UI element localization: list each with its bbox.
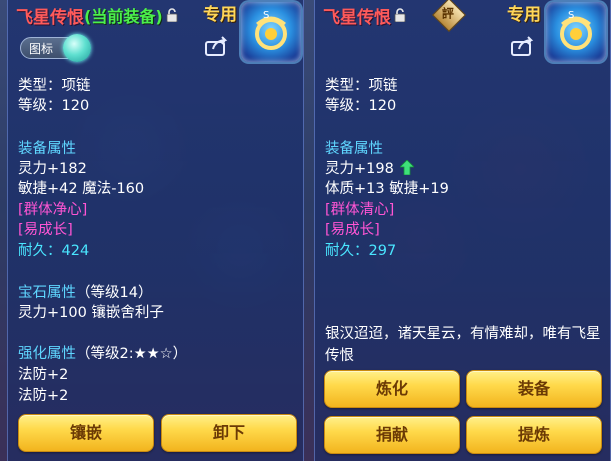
special-effect: [群体清心] bbox=[325, 202, 395, 218]
attr-line-1: 灵力+198 bbox=[325, 160, 415, 179]
lock-icon bbox=[166, 8, 178, 22]
gem-line: 灵力+100 镶嵌舍利子 bbox=[18, 305, 164, 321]
up-arrow-icon bbox=[400, 160, 415, 175]
rating-badge-icon: 評 bbox=[432, 0, 466, 32]
equipped-tag: (当前装备) bbox=[84, 7, 163, 26]
current-equipment-tooltip: 飞星传恨 (当前装备) 专用 S 图标 类型：项链 等级：120 装备属性 灵力… bbox=[7, 0, 304, 461]
attr-line-2: 敏捷+42 魔法-160 bbox=[18, 181, 145, 197]
special-skill: [易成长] bbox=[18, 222, 73, 238]
share-icon[interactable] bbox=[205, 36, 229, 56]
refine-button[interactable]: 炼化 bbox=[324, 370, 460, 408]
inlay-button[interactable]: 镶嵌 bbox=[18, 414, 154, 452]
equip-button[interactable]: 装备 bbox=[466, 370, 602, 408]
durability-line: 耐久：297 bbox=[325, 242, 396, 261]
extract-button[interactable]: 提炼 bbox=[466, 416, 602, 454]
type-line: 类型：项链 bbox=[18, 78, 91, 94]
treasure-icon[interactable]: S bbox=[241, 2, 301, 62]
gem-line-header: 宝石属性（等级14） bbox=[18, 284, 152, 303]
attr-line-1: 灵力+182 bbox=[18, 161, 87, 177]
special-effect: [群体净心] bbox=[18, 202, 88, 218]
gem-header: 宝石属性 bbox=[18, 285, 76, 301]
svg-text:S: S bbox=[568, 10, 574, 21]
durability-label: 耐久： bbox=[325, 243, 369, 259]
item-name: 飞星传恨 bbox=[16, 7, 84, 28]
compare-equipment-tooltip: 飞星传恨 評 专用 S 类型：项链 等级：120 装备属性 灵力+198 体质+… bbox=[314, 0, 611, 461]
gem-level: （等级14） bbox=[76, 285, 153, 301]
durability-value: 424 bbox=[61, 243, 90, 259]
right-title-row: 飞星传恨 bbox=[323, 2, 406, 28]
attr-line-2: 体质+13 敏捷+19 bbox=[325, 181, 449, 197]
equip-attr-header: 装备属性 bbox=[325, 141, 383, 157]
icon-toggle-label: 图标 bbox=[29, 42, 54, 56]
icon-toggle[interactable]: 图标 bbox=[20, 34, 91, 62]
special-skill: [易成长] bbox=[325, 222, 380, 238]
level-line: 等级：120 bbox=[325, 98, 397, 114]
durability-line: 耐久：424 bbox=[18, 242, 89, 261]
lock-icon bbox=[394, 8, 406, 22]
durability-value: 297 bbox=[368, 243, 397, 259]
strengthen-line-header: 强化属性（等级2:★★☆） bbox=[18, 345, 187, 364]
attr-line-1-text: 灵力+198 bbox=[325, 161, 394, 177]
donate-button[interactable]: 捐献 bbox=[324, 416, 460, 454]
share-icon[interactable] bbox=[511, 36, 535, 56]
level-line: 等级：120 bbox=[18, 98, 90, 114]
strengthen-line-2: 法防+2 bbox=[18, 388, 69, 404]
strengthen-level: （等级2:★★☆） bbox=[76, 346, 188, 362]
exclusive-label: 专用 bbox=[203, 5, 237, 25]
exclusive-label: 专用 bbox=[507, 5, 541, 25]
strengthen-header: 强化属性 bbox=[18, 346, 76, 362]
unequip-button[interactable]: 卸下 bbox=[161, 414, 297, 452]
type-line: 类型：项链 bbox=[325, 78, 398, 94]
item-description: 银汉迢迢，诸天星云，有情难却，唯有飞星传恨 bbox=[325, 326, 601, 364]
toggle-knob bbox=[63, 34, 91, 62]
equip-attr-header: 装备属性 bbox=[18, 141, 76, 157]
rating-badge-label: 評 bbox=[441, 6, 454, 21]
svg-text:S: S bbox=[263, 10, 269, 21]
left-title-row: 飞星传恨 (当前装备) bbox=[16, 2, 178, 28]
treasure-icon[interactable]: S bbox=[546, 2, 606, 62]
durability-label: 耐久： bbox=[18, 243, 62, 259]
strengthen-line-1: 法防+2 bbox=[18, 367, 69, 383]
item-name: 飞星传恨 bbox=[323, 7, 391, 28]
